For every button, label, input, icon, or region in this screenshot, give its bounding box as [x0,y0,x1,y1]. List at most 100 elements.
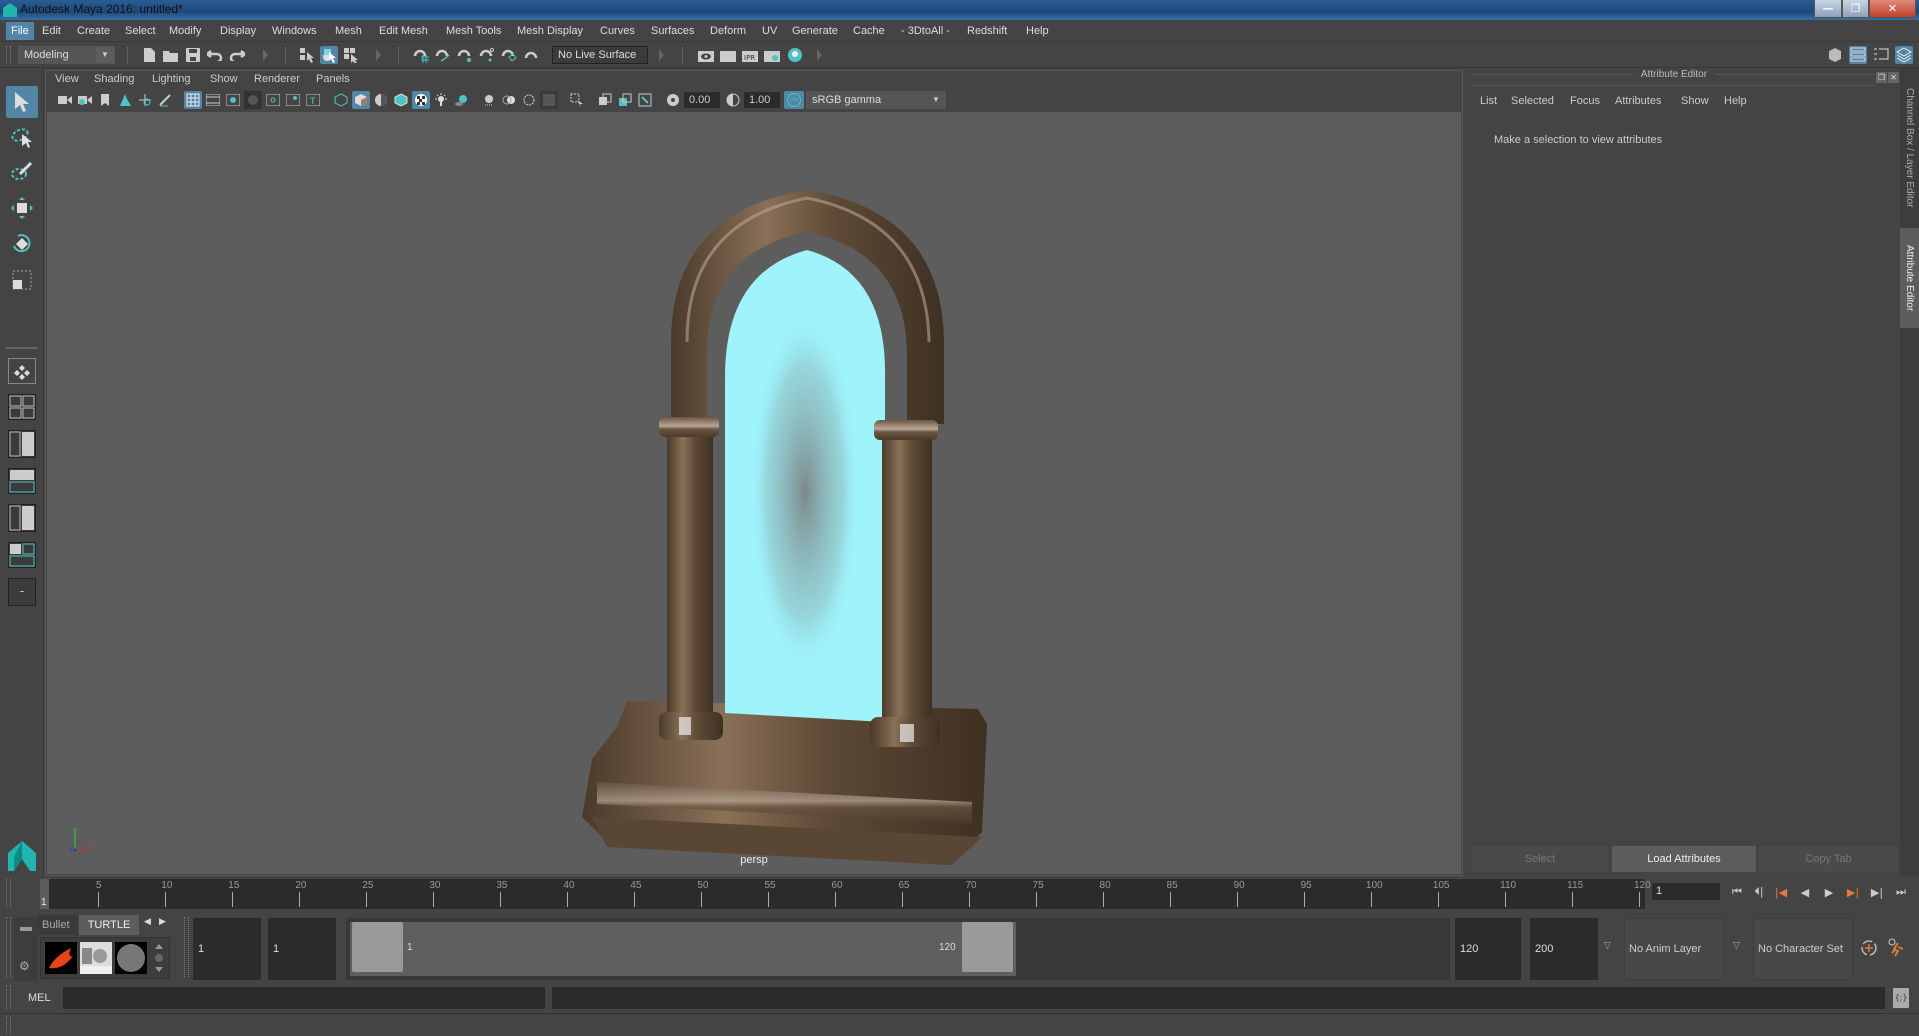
four-view-layout[interactable] [8,394,36,420]
rotate-tool[interactable] [6,228,38,260]
shelf-turtle-sphere-icon[interactable] [115,942,147,974]
snap-live-icon[interactable] [500,46,518,64]
color-management-toggle[interactable]: ON [784,91,804,109]
ipr-render-icon[interactable]: IPR [741,46,759,64]
make-live-icon[interactable] [522,46,540,64]
modeling-toolkit-icon[interactable] [1826,46,1844,64]
use-all-lights-icon[interactable] [432,91,450,109]
shelf-turtle-fire-icon[interactable] [45,942,77,974]
shelf-menu-icon[interactable] [20,927,32,931]
shelf-settings-icon[interactable]: ⚙ [19,959,30,973]
menu-file[interactable]: File [6,22,34,40]
menu-create[interactable]: Create [73,24,114,38]
float-panel-icon[interactable]: ❐ [1876,72,1887,83]
attribute-editor-toggle-icon[interactable] [1849,46,1867,64]
shelf-scrollbar[interactable] [153,942,165,974]
menu-mesh[interactable]: Mesh [331,24,366,38]
range-end-handle[interactable] [962,922,1013,972]
ae-menu-selected[interactable]: Selected [1511,95,1554,107]
new-scene-icon[interactable] [140,46,158,64]
grid-toggle-icon[interactable] [184,91,202,109]
x-ray-components-icon[interactable] [636,91,654,109]
panel-menu-panels[interactable]: Panels [316,73,350,85]
script-editor-icon[interactable]: {;} [1893,988,1909,1008]
menu-mesh-display[interactable]: Mesh Display [513,24,587,38]
persp-graph-layout[interactable] [8,468,36,494]
tool-settings-toggle-icon[interactable] [1872,46,1890,64]
undo-icon[interactable] [206,46,224,64]
snap-view-plane-icon[interactable] [478,46,496,64]
wireframe-icon[interactable] [332,91,350,109]
live-surface-field[interactable]: No Live Surface [552,46,648,64]
select-by-object-icon[interactable] [320,46,338,64]
close-button[interactable]: ✕ [1869,0,1916,18]
shelf-scroll-left-icon[interactable]: ◀ [144,917,151,927]
field-chart-icon[interactable] [264,91,282,109]
render-view-icon[interactable] [697,46,715,64]
restore-button[interactable]: ❐ [1842,0,1869,18]
auto-key-icon[interactable] [1860,939,1878,957]
copy-tab-button[interactable]: Copy Tab [1759,846,1898,872]
ae-menu-focus[interactable]: Focus [1570,95,1600,107]
menu-display[interactable]: Display [216,24,260,38]
menu-help[interactable]: Help [1022,24,1053,38]
tab-attribute-editor[interactable]: Attribute Editor [1900,228,1919,328]
snap-grid-icon[interactable] [412,46,430,64]
snap-curve-icon[interactable] [434,46,452,64]
smooth-shade-icon[interactable] [352,91,370,109]
go-to-end-button[interactable]: ⏭ [1893,884,1909,900]
ae-menu-show[interactable]: Show [1681,95,1709,107]
menu-generate[interactable]: Generate [788,24,842,38]
range-slider[interactable]: 1 120 [346,918,1450,980]
playback-end-field[interactable]: 120 [1455,918,1521,980]
select-by-component-icon[interactable] [342,46,360,64]
play-backwards-button[interactable]: ◀ [1797,884,1813,900]
3d-viewport[interactable]: y x z persp [47,112,1461,874]
time-slider-track[interactable]: 1 5 10 15 20 25 30 35 40 45 50 55 60 65 70 75 80 85 90 95 1… [40,879,1651,909]
collapse-arrow-icon[interactable] [659,49,664,61]
shelf-tab-bullet[interactable]: Bullet [38,915,78,935]
ae-menu-attributes[interactable]: Attributes [1615,95,1661,107]
resolution-gate-icon[interactable] [224,91,242,109]
gate-mask-icon[interactable] [244,91,262,109]
gamma-icon[interactable] [724,91,742,109]
character-set-dropdown-icon[interactable]: ▽ [1733,941,1740,951]
panel-menu-shading[interactable]: Shading [94,73,134,85]
menu-edit[interactable]: Edit [38,24,65,38]
textured-icon[interactable] [412,91,430,109]
menu-cache[interactable]: Cache [849,24,889,38]
single-perspective-layout[interactable] [8,358,36,384]
menuset-dropdown[interactable]: Modeling ▼ [18,46,115,64]
tab-channel-box-layer-editor[interactable]: Channel Box / Layer Editor [1900,78,1919,218]
select-by-hierarchy-icon[interactable] [298,46,316,64]
script-language-toggle[interactable]: MEL [28,992,51,1004]
step-back-frame-button[interactable]: ⏴| [1751,884,1767,900]
menu-3dtoall[interactable]: - 3DtoAll - [897,24,954,38]
move-tool[interactable] [6,192,38,224]
shelf-scroll-right-icon[interactable]: ▶ [159,917,166,927]
menu-select[interactable]: Select [121,24,160,38]
hypershade-icon[interactable] [786,46,804,64]
exposure-icon[interactable] [664,91,682,109]
view-transform-dropdown[interactable]: sRGB gamma ▼ [806,91,946,109]
paint-select-tool[interactable] [6,156,38,188]
save-scene-icon[interactable] [184,46,202,64]
render-current-icon[interactable] [719,46,737,64]
timeline-grip[interactable] [6,879,11,907]
playback-start-field[interactable]: 1 [268,918,336,980]
scale-tool[interactable] [6,264,38,296]
ae-select-button[interactable]: Select [1472,846,1608,872]
shelf-turtle-scene-icon[interactable] [80,942,112,974]
range-grip[interactable] [184,917,189,977]
menu-mesh-tools[interactable]: Mesh Tools [442,24,505,38]
menu-surfaces[interactable]: Surfaces [647,24,698,38]
shelf-tab-turtle[interactable]: TURTLE [79,915,139,935]
2d-pan-zoom-icon[interactable] [136,91,154,109]
ae-menu-help[interactable]: Help [1724,95,1747,107]
open-scene-icon[interactable] [162,46,180,64]
ae-menu-list[interactable]: List [1480,95,1497,107]
safe-action-icon[interactable] [284,91,302,109]
x-ray-joints-icon[interactable] [616,91,634,109]
wireframe-on-shaded-icon[interactable] [392,91,410,109]
command-line-grip[interactable] [6,985,11,1009]
